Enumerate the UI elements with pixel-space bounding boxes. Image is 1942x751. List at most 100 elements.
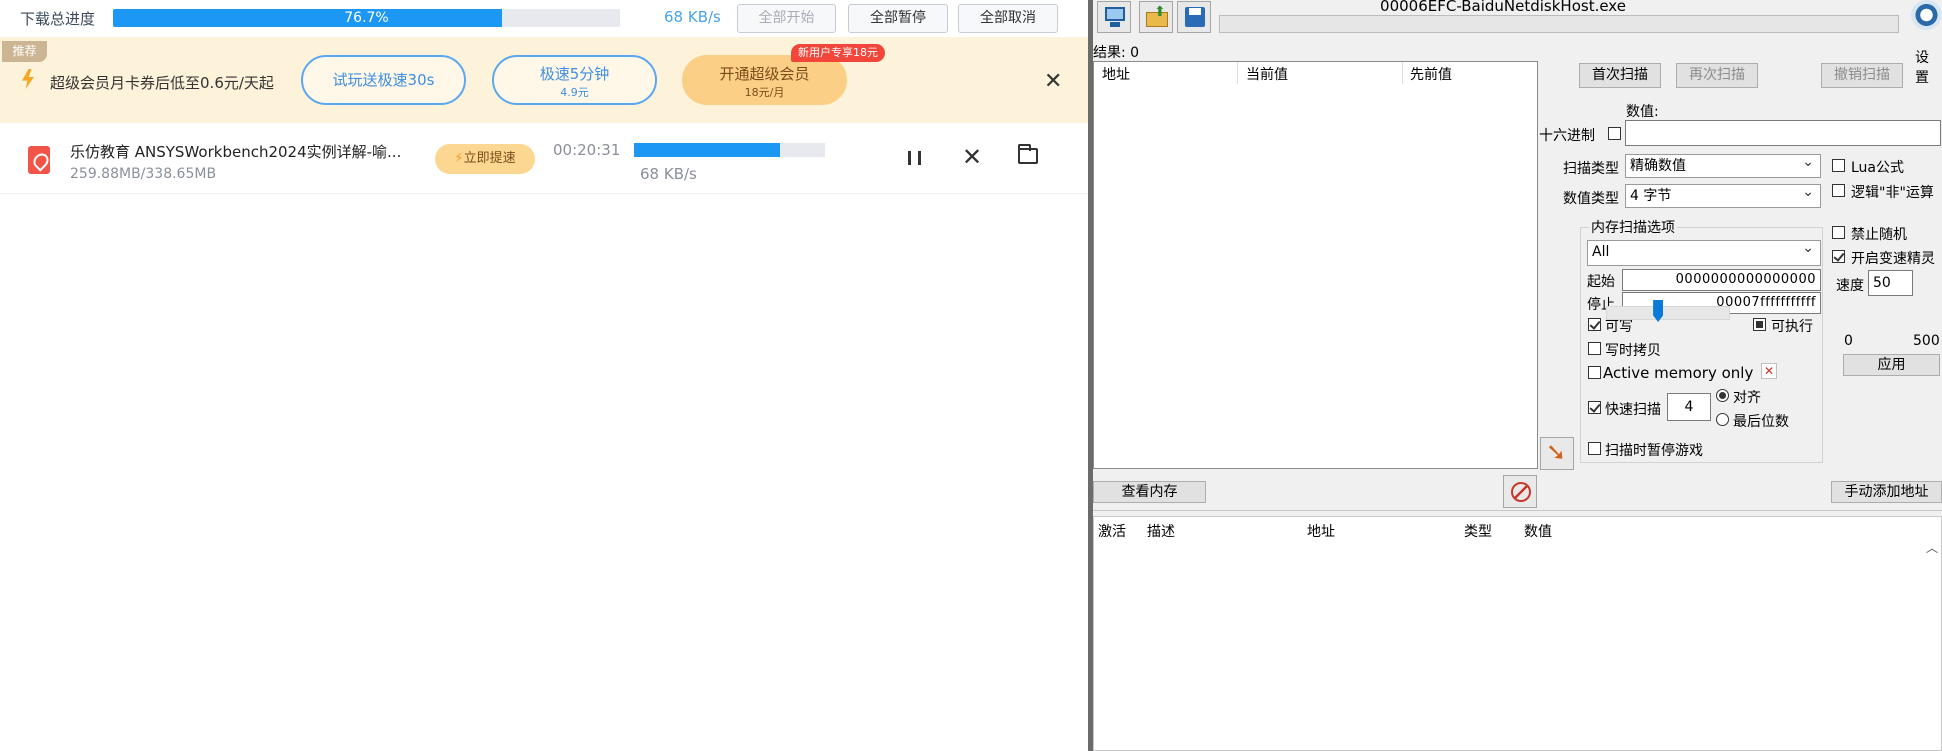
cancel-all-button[interactable]: 全部取消 xyxy=(958,4,1058,33)
lua-formula-checkbox[interactable] xyxy=(1832,159,1845,172)
download-item[interactable]: 乐仿教育 ANSYSWorkbench2024实例详解-喻... 259.88M… xyxy=(0,124,1088,194)
speedhack-checkbox[interactable] xyxy=(1832,250,1845,263)
cheat-engine-window: ⬆ 00006EFC-BaiduNetdiskHost.exe 设置 结果: 0… xyxy=(1093,0,1942,751)
scan-progress-bar xyxy=(1219,15,1899,33)
value-label: 数值: xyxy=(1626,104,1659,120)
column-description[interactable]: 描述 xyxy=(1147,521,1175,541)
cheat-table[interactable]: 激活 描述 地址 类型 数值 ︿ xyxy=(1093,516,1942,751)
add-address-manually-button[interactable]: 手动添加地址 xyxy=(1831,481,1942,503)
process-title: 00006EFC-BaiduNetdiskHost.exe xyxy=(1380,0,1626,15)
fast-scan-label: 快速扫描 xyxy=(1605,402,1661,418)
start-address-label: 起始 xyxy=(1587,274,1615,290)
align-label: 对齐 xyxy=(1733,390,1761,406)
memory-region-select[interactable]: All xyxy=(1587,237,1821,266)
lightning-icon: ⚡ xyxy=(454,151,464,166)
value-type-select[interactable]: 4 字节 xyxy=(1625,181,1821,208)
column-value[interactable]: 数值 xyxy=(1524,521,1552,541)
item-progress-fill xyxy=(634,143,781,157)
file-size: 259.88MB/338.65MB xyxy=(70,166,217,182)
open-file-button[interactable]: ⬆ xyxy=(1139,1,1173,33)
total-progress-row: 下载总进度 76.7% 68 KB/s 全部开始 全部暂停 全部取消 xyxy=(0,0,1088,36)
cheat-engine-logo-icon[interactable] xyxy=(1911,0,1942,30)
fast-scan-input[interactable]: 4 xyxy=(1667,393,1711,421)
clear-x-icon[interactable]: ✕ xyxy=(1761,363,1777,379)
total-speed: 68 KB/s xyxy=(664,8,721,26)
value-input[interactable] xyxy=(1625,120,1941,146)
view-memory-button[interactable]: 查看内存 xyxy=(1093,481,1206,503)
executable-label: 可执行 xyxy=(1771,319,1813,335)
speed-label: 速度 xyxy=(1836,278,1864,294)
no-random-label: 禁止随机 xyxy=(1851,227,1907,243)
open-vip-label: 开通超级会员 xyxy=(719,65,810,83)
computer-stand-icon xyxy=(1110,22,1120,27)
active-memory-label: Active memory only xyxy=(1603,364,1754,382)
close-icon[interactable]: ✕ xyxy=(1044,69,1062,94)
recommend-tag: 推荐 xyxy=(2,41,47,62)
next-scan-button[interactable]: 再次扫描 xyxy=(1676,63,1758,88)
arrow-up-icon: ⬆ xyxy=(1154,4,1166,20)
no-random-checkbox[interactable] xyxy=(1832,226,1845,239)
writable-checkbox[interactable] xyxy=(1588,318,1601,331)
align-radio[interactable] xyxy=(1716,389,1729,402)
hex-label: 十六进制 xyxy=(1539,128,1595,144)
speed-5min-label: 极速5分钟 xyxy=(539,65,610,83)
scan-type-select[interactable]: 精确数值 xyxy=(1625,151,1821,178)
scroll-up-icon[interactable]: ︿ xyxy=(1926,539,1938,556)
fast-scan-checkbox[interactable] xyxy=(1588,401,1601,414)
column-active[interactable]: 激活 xyxy=(1098,521,1126,541)
pause-all-button[interactable]: 全部暂停 xyxy=(848,4,948,33)
save-icon-label xyxy=(1189,8,1201,15)
start-all-button[interactable]: 全部开始 xyxy=(737,4,836,33)
open-vip-button[interactable]: 开通超级会员 18元/月 xyxy=(682,55,847,105)
speed-input[interactable]: 50 xyxy=(1868,270,1913,296)
executable-checkbox[interactable] xyxy=(1753,318,1766,331)
promo-text: 超级会员月卡券后低至0.6元/天起 xyxy=(50,74,274,92)
copy-on-write-label: 写时拷贝 xyxy=(1605,343,1661,359)
column-address[interactable]: 地址 xyxy=(1307,521,1335,541)
not-operation-label: 逻辑"非"运算 xyxy=(1851,185,1934,201)
total-progress-label: 下载总进度 xyxy=(20,10,96,28)
column-current-value[interactable]: 当前值 xyxy=(1246,64,1288,84)
copy-on-write-checkbox[interactable] xyxy=(1588,342,1601,355)
settings-link[interactable]: 设置 xyxy=(1915,47,1942,87)
scan-type-label: 扫描类型 xyxy=(1563,161,1619,177)
apply-button[interactable]: 应用 xyxy=(1843,354,1940,376)
splitter[interactable] xyxy=(1093,510,1942,514)
promo-banner: 推荐 超级会员月卡券后低至0.6元/天起 试玩送极速30s 极速5分钟 4.9元… xyxy=(0,37,1088,123)
cancel-icon[interactable]: ✕ xyxy=(962,143,982,171)
active-memory-checkbox[interactable] xyxy=(1588,366,1601,379)
hex-checkbox[interactable] xyxy=(1608,127,1621,140)
last-digits-radio[interactable] xyxy=(1716,413,1729,426)
slider-max-label: 500 xyxy=(1913,333,1940,349)
memory-scan-options-label: 内存扫描选项 xyxy=(1589,217,1677,237)
first-scan-button[interactable]: 首次扫描 xyxy=(1579,63,1661,88)
trial-speed-button[interactable]: 试玩送极速30s xyxy=(301,55,466,105)
undo-scan-button[interactable]: 撤销扫描 xyxy=(1821,63,1903,88)
boost-label: 立即提速 xyxy=(463,151,516,166)
speedhack-label: 开启变速精灵 xyxy=(1851,251,1935,267)
boost-button[interactable]: ⚡立即提速 xyxy=(435,144,535,174)
speed-5min-price: 4.9元 xyxy=(560,86,589,99)
remaining-time: 00:20:31 xyxy=(553,141,621,159)
file-name: 乐仿教育 ANSYSWorkbench2024实例详解-喻... xyxy=(70,143,402,161)
stop-icon[interactable] xyxy=(1503,475,1537,508)
speed-slider-track[interactable] xyxy=(1606,306,1730,320)
pause-game-label: 扫描时暂停游戏 xyxy=(1605,443,1703,459)
select-process-button[interactable] xyxy=(1097,1,1131,33)
lua-formula-label: Lua公式 xyxy=(1851,160,1905,176)
speed-5min-button[interactable]: 极速5分钟 4.9元 xyxy=(492,55,657,105)
column-separator xyxy=(1402,62,1403,84)
column-type[interactable]: 类型 xyxy=(1464,521,1492,541)
add-to-list-arrow-icon[interactable] xyxy=(1540,437,1574,470)
found-address-list[interactable]: 地址 当前值 先前值 xyxy=(1093,61,1538,469)
item-progress-bar xyxy=(634,143,825,157)
start-address-input[interactable]: 0000000000000000 xyxy=(1622,269,1821,291)
pause-game-checkbox[interactable] xyxy=(1588,442,1601,455)
column-address[interactable]: 地址 xyxy=(1102,64,1130,84)
folder-icon[interactable] xyxy=(1018,144,1038,164)
pause-icon[interactable] xyxy=(908,151,921,165)
open-vip-price: 18元/月 xyxy=(744,86,785,99)
column-previous-value[interactable]: 先前值 xyxy=(1410,64,1452,84)
pdf-file-icon xyxy=(28,146,50,174)
not-operation-checkbox[interactable] xyxy=(1832,184,1845,197)
